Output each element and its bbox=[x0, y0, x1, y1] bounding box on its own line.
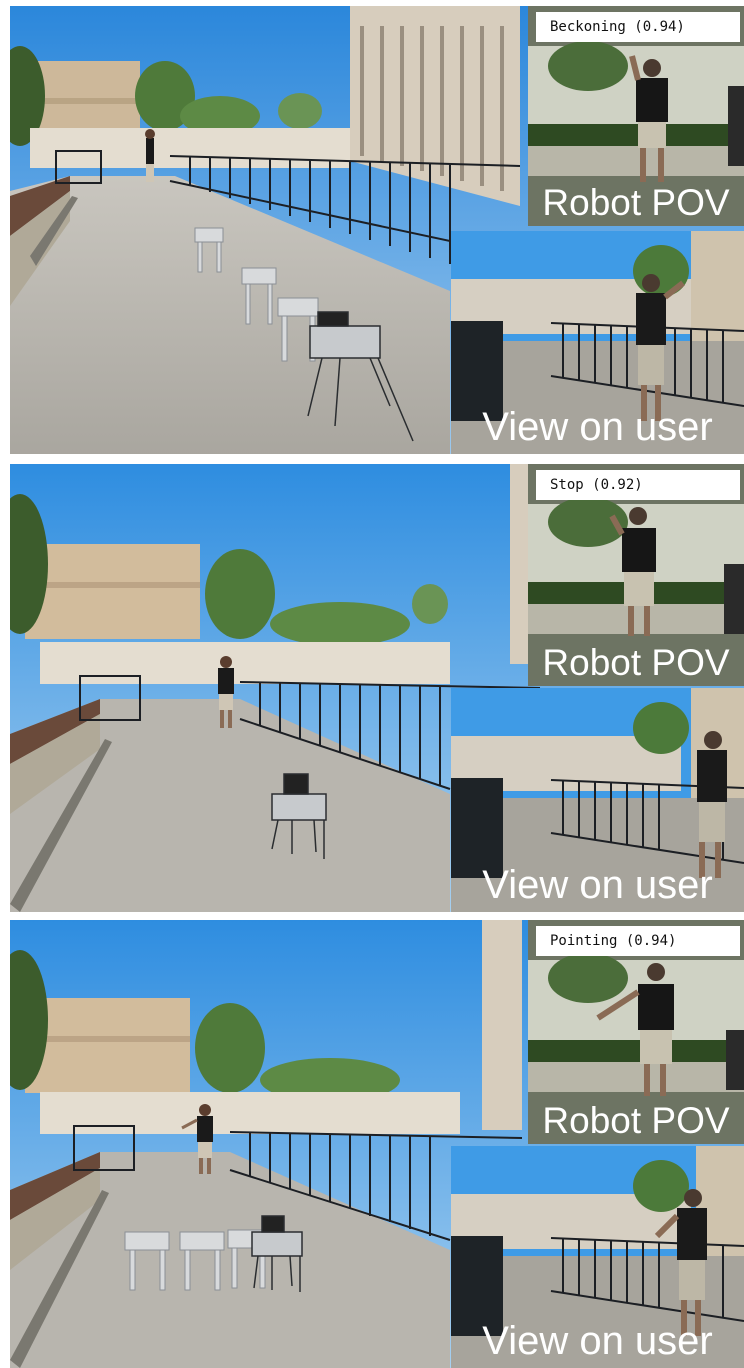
view-on-user-label-1: View on user bbox=[482, 405, 713, 449]
frame-2: Stop (0.92) Robot POV View on user bbox=[10, 464, 744, 912]
view-on-user-inset: View on user bbox=[451, 1146, 744, 1368]
gesture-label-2: Stop (0.92) bbox=[536, 470, 740, 500]
view-on-user-inset: View on user bbox=[451, 231, 744, 454]
view-on-user-label-2: View on user bbox=[482, 863, 713, 907]
robot-pov-label-3: Robot POV bbox=[542, 1100, 730, 1141]
robot-pov-inset: Beckoning (0.94) Robot POV bbox=[528, 6, 744, 226]
view-on-user-label-3: View on user bbox=[482, 1319, 713, 1363]
robot-pov-inset: Pointing (0.94) Robot POV bbox=[528, 920, 744, 1144]
gesture-label-1: Beckoning (0.94) bbox=[536, 12, 740, 42]
frame-3: Pointing (0.94) Robot POV View on user bbox=[10, 920, 744, 1368]
robot-pov-label-1: Robot POV bbox=[542, 182, 730, 223]
frame-1: Beckoning (0.94) Robot POV View on user bbox=[10, 6, 744, 454]
robot-pov-label-2: Robot POV bbox=[542, 642, 730, 683]
gesture-label-3: Pointing (0.94) bbox=[536, 926, 740, 956]
view-on-user-inset: View on user bbox=[451, 688, 744, 912]
robot-pov-inset: Stop (0.92) Robot POV bbox=[528, 464, 744, 686]
